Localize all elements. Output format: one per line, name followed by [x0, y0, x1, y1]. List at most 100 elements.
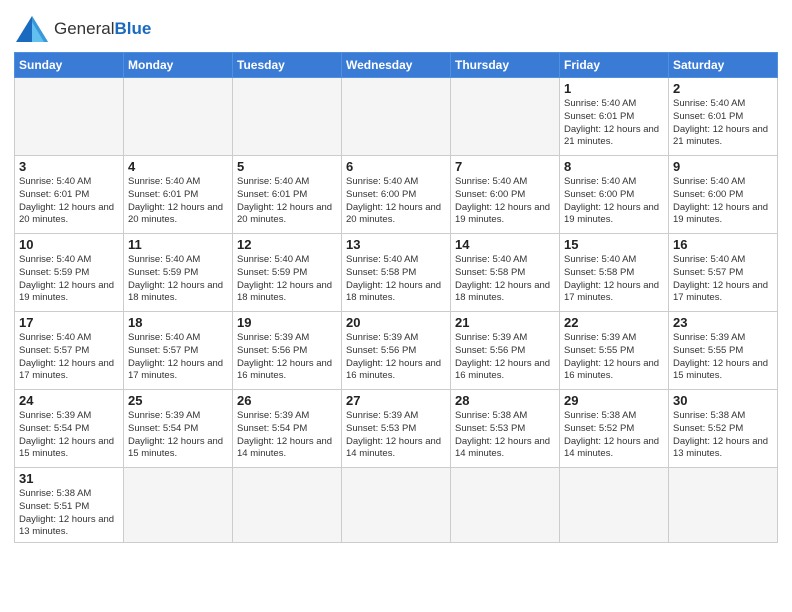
- day-number: 20: [346, 315, 446, 330]
- day-info: Sunrise: 5:40 AM Sunset: 5:58 PM Dayligh…: [455, 254, 555, 305]
- calendar-day-cell: [669, 468, 778, 543]
- calendar-day-cell: 6 Sunrise: 5:40 AM Sunset: 6:00 PM Daylig…: [342, 156, 451, 234]
- day-info: Sunrise: 5:40 AM Sunset: 5:59 PM Dayligh…: [237, 254, 337, 305]
- calendar-day-cell: [233, 78, 342, 156]
- day-number: 16: [673, 237, 773, 252]
- day-number: 19: [237, 315, 337, 330]
- calendar-day-cell: 15 Sunrise: 5:40 AM Sunset: 5:58 PM Dayli…: [560, 234, 669, 312]
- calendar-day-cell: [233, 468, 342, 543]
- calendar-day-cell: 11Sunrise: 5:40 AM Sunset: 5:59 PM Dayli…: [124, 234, 233, 312]
- day-number: 30: [673, 393, 773, 408]
- calendar-day-cell: 2Sunrise: 5:40 AM Sunset: 6:01 PM Daylig…: [669, 78, 778, 156]
- logo: GeneralBlue: [14, 14, 151, 44]
- day-number: 29: [564, 393, 664, 408]
- calendar-day-cell: 17Sunrise: 5:40 AM Sunset: 5:57 PM Dayli…: [15, 312, 124, 390]
- day-number: 24: [19, 393, 119, 408]
- calendar-body: 1 Sunrise: 5:40 AM Sunset: 6:01 PM Daylig…: [15, 78, 778, 543]
- weekday-header: Saturday: [669, 53, 778, 78]
- calendar-day-cell: 28Sunrise: 5:38 AM Sunset: 5:53 PM Dayli…: [451, 390, 560, 468]
- day-number: 22: [564, 315, 664, 330]
- day-info: Sunrise: 5:39 AM Sunset: 5:55 PM Dayligh…: [564, 332, 664, 383]
- header: GeneralBlue: [14, 10, 778, 44]
- day-info: Sunrise: 5:40 AM Sunset: 6:01 PM Dayligh…: [128, 176, 228, 227]
- calendar-day-cell: 21Sunrise: 5:39 AM Sunset: 5:56 PM Dayli…: [451, 312, 560, 390]
- calendar-day-cell: 25 Sunrise: 5:39 AM Sunset: 5:54 PM Dayli…: [124, 390, 233, 468]
- calendar-day-cell: 23Sunrise: 5:39 AM Sunset: 5:55 PM Dayli…: [669, 312, 778, 390]
- day-info: Sunrise: 5:40 AM Sunset: 5:57 PM Dayligh…: [128, 332, 228, 383]
- day-info: Sunrise: 5:40 AM Sunset: 5:57 PM Dayligh…: [19, 332, 119, 383]
- day-info: Sunrise: 5:39 AM Sunset: 5:54 PM Dayligh…: [128, 410, 228, 461]
- day-number: 1: [564, 81, 664, 96]
- calendar-day-cell: 24Sunrise: 5:39 AM Sunset: 5:54 PM Dayli…: [15, 390, 124, 468]
- weekday-header: Wednesday: [342, 53, 451, 78]
- day-number: 13: [346, 237, 446, 252]
- calendar-day-cell: 14 Sunrise: 5:40 AM Sunset: 5:58 PM Dayli…: [451, 234, 560, 312]
- calendar-week-row: 24 Sunrise: 5:39 AM Sunset: 5:54 PM Dayli…: [15, 390, 778, 468]
- calendar-day-cell: [451, 78, 560, 156]
- day-info: Sunrise: 5:40 AM Sunset: 6:01 PM Dayligh…: [237, 176, 337, 227]
- weekday-header: Thursday: [451, 53, 560, 78]
- day-info: Sunrise: 5:39 AM Sunset: 5:56 PM Dayligh…: [237, 332, 337, 383]
- day-info: Sunrise: 5:39 AM Sunset: 5:53 PM Dayligh…: [346, 410, 446, 461]
- day-info: Sunrise: 5:40 AM Sunset: 5:59 PM Dayligh…: [19, 254, 119, 305]
- day-number: 15: [564, 237, 664, 252]
- calendar-day-cell: 31 Sunrise: 5:38 AM Sunset: 5:51 PM Dayli…: [15, 468, 124, 543]
- calendar-day-cell: 5Sunrise: 5:40 AM Sunset: 6:01 PM Daylig…: [233, 156, 342, 234]
- day-info: Sunrise: 5:40 AM Sunset: 6:00 PM Dayligh…: [564, 176, 664, 227]
- calendar-day-cell: 12 Sunrise: 5:40 AM Sunset: 5:59 PM Dayli…: [233, 234, 342, 312]
- day-info: Sunrise: 5:40 AM Sunset: 6:01 PM Dayligh…: [19, 176, 119, 227]
- calendar-header: SundayMondayTuesdayWednesdayThursdayFrid…: [15, 53, 778, 78]
- calendar-day-cell: 7 Sunrise: 5:40 AM Sunset: 6:00 PM Daylig…: [451, 156, 560, 234]
- weekday-header: Monday: [124, 53, 233, 78]
- day-number: 8: [564, 159, 664, 174]
- calendar-day-cell: [451, 468, 560, 543]
- day-number: 23: [673, 315, 773, 330]
- weekday-header: Friday: [560, 53, 669, 78]
- calendar: SundayMondayTuesdayWednesdayThursdayFrid…: [14, 52, 778, 543]
- calendar-day-cell: [124, 468, 233, 543]
- calendar-day-cell: 10 Sunrise: 5:40 AM Sunset: 5:59 PM Dayli…: [15, 234, 124, 312]
- calendar-day-cell: 30 Sunrise: 5:38 AM Sunset: 5:52 PM Dayli…: [669, 390, 778, 468]
- day-number: 25: [128, 393, 228, 408]
- day-info: Sunrise: 5:38 AM Sunset: 5:52 PM Dayligh…: [564, 410, 664, 461]
- day-info: Sunrise: 5:39 AM Sunset: 5:54 PM Dayligh…: [237, 410, 337, 461]
- logo-text: GeneralBlue: [54, 19, 151, 39]
- calendar-day-cell: 1 Sunrise: 5:40 AM Sunset: 6:01 PM Daylig…: [560, 78, 669, 156]
- day-info: Sunrise: 5:40 AM Sunset: 5:58 PM Dayligh…: [346, 254, 446, 305]
- calendar-day-cell: 22 Sunrise: 5:39 AM Sunset: 5:55 PM Dayli…: [560, 312, 669, 390]
- calendar-day-cell: [342, 78, 451, 156]
- calendar-day-cell: [560, 468, 669, 543]
- calendar-day-cell: 13 Sunrise: 5:40 AM Sunset: 5:58 PM Dayli…: [342, 234, 451, 312]
- calendar-day-cell: 29 Sunrise: 5:38 AM Sunset: 5:52 PM Dayli…: [560, 390, 669, 468]
- day-number: 31: [19, 471, 119, 486]
- page: GeneralBlue SundayMondayTuesdayWednesday…: [0, 0, 792, 612]
- day-info: Sunrise: 5:40 AM Sunset: 6:01 PM Dayligh…: [673, 98, 773, 149]
- day-info: Sunrise: 5:40 AM Sunset: 6:00 PM Dayligh…: [455, 176, 555, 227]
- calendar-day-cell: 8 Sunrise: 5:40 AM Sunset: 6:00 PM Daylig…: [560, 156, 669, 234]
- day-info: Sunrise: 5:40 AM Sunset: 6:00 PM Dayligh…: [346, 176, 446, 227]
- day-number: 12: [237, 237, 337, 252]
- day-number: 21: [455, 315, 555, 330]
- day-number: 7: [455, 159, 555, 174]
- day-info: Sunrise: 5:38 AM Sunset: 5:51 PM Dayligh…: [19, 488, 119, 539]
- calendar-day-cell: 3Sunrise: 5:40 AM Sunset: 6:01 PM Daylig…: [15, 156, 124, 234]
- calendar-day-cell: 4Sunrise: 5:40 AM Sunset: 6:01 PM Daylig…: [124, 156, 233, 234]
- weekday-header: Sunday: [15, 53, 124, 78]
- day-info: Sunrise: 5:40 AM Sunset: 5:58 PM Dayligh…: [564, 254, 664, 305]
- calendar-week-row: 17Sunrise: 5:40 AM Sunset: 5:57 PM Dayli…: [15, 312, 778, 390]
- day-info: Sunrise: 5:40 AM Sunset: 6:01 PM Dayligh…: [564, 98, 664, 149]
- calendar-week-row: 31 Sunrise: 5:38 AM Sunset: 5:51 PM Dayli…: [15, 468, 778, 543]
- day-number: 14: [455, 237, 555, 252]
- day-number: 27: [346, 393, 446, 408]
- calendar-week-row: 1 Sunrise: 5:40 AM Sunset: 6:01 PM Daylig…: [15, 78, 778, 156]
- calendar-week-row: 3Sunrise: 5:40 AM Sunset: 6:01 PM Daylig…: [15, 156, 778, 234]
- calendar-day-cell: [15, 78, 124, 156]
- day-info: Sunrise: 5:38 AM Sunset: 5:52 PM Dayligh…: [673, 410, 773, 461]
- calendar-day-cell: 9Sunrise: 5:40 AM Sunset: 6:00 PM Daylig…: [669, 156, 778, 234]
- calendar-day-cell: 19 Sunrise: 5:39 AM Sunset: 5:56 PM Dayli…: [233, 312, 342, 390]
- day-number: 10: [19, 237, 119, 252]
- calendar-day-cell: 18Sunrise: 5:40 AM Sunset: 5:57 PM Dayli…: [124, 312, 233, 390]
- day-info: Sunrise: 5:39 AM Sunset: 5:56 PM Dayligh…: [346, 332, 446, 383]
- day-number: 6: [346, 159, 446, 174]
- weekday-row: SundayMondayTuesdayWednesdayThursdayFrid…: [15, 53, 778, 78]
